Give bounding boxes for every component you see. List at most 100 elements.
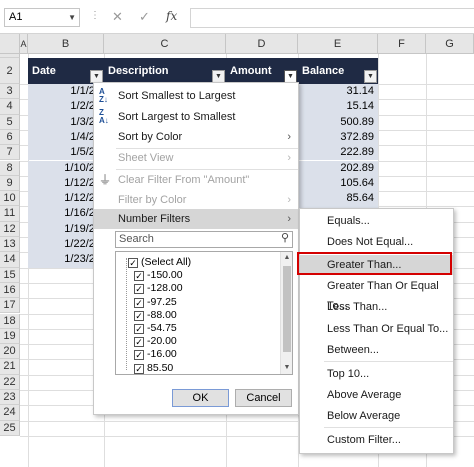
cell-balance[interactable]: 105.64 — [298, 175, 378, 192]
submenu-item-equals[interactable]: Equals... — [300, 211, 453, 231]
filter-dropdown-balance[interactable]: ▼ — [364, 70, 377, 83]
name-box-value: A1 — [9, 11, 23, 23]
row-header-7[interactable]: 7 — [0, 145, 20, 161]
row-header-22[interactable]: 22 — [0, 374, 20, 390]
row-header-4[interactable]: 4 — [0, 99, 20, 115]
row-header-25[interactable]: 25 — [0, 420, 20, 436]
submenu-item-less-than[interactable]: Less Than... — [300, 297, 453, 317]
filter-list-item[interactable]: ✓ 85.50 — [134, 362, 173, 374]
chevron-right-icon: › — [287, 213, 291, 225]
chevron-right-icon: › — [287, 152, 291, 164]
row-header-17[interactable]: 17 — [0, 298, 20, 314]
menu-filter-by-color: Filter by Color › — [94, 190, 298, 210]
column-header-f[interactable]: F — [378, 34, 426, 54]
filter-list-item[interactable]: ✓ -97.25 — [134, 296, 177, 309]
menu-sort-ascending[interactable]: A Z↓ Sort Smallest to Largest — [94, 86, 298, 106]
filter-list-label: -54.75 — [147, 322, 177, 334]
row-header-11[interactable]: 11 — [0, 206, 20, 222]
menu-sort-descending[interactable]: Z A↓ Sort Largest to Smallest — [94, 107, 298, 127]
row-header-14[interactable]: 14 — [0, 252, 20, 268]
ok-button[interactable]: OK — [172, 389, 229, 407]
column-header-b[interactable]: B — [28, 34, 104, 54]
sort-ascending-icon: A Z↓ — [99, 87, 108, 104]
filter-list-item[interactable]: ✓ (Select All) — [128, 256, 191, 269]
row-header-8[interactable]: 8 — [0, 160, 20, 176]
list-scrollbar[interactable]: ▲ ▼ — [280, 252, 292, 374]
menu-label: Sort by Color — [118, 131, 183, 143]
filter-list-item[interactable]: ✓ -150.00 — [134, 269, 183, 282]
row-header-16[interactable]: 16 — [0, 282, 20, 299]
checkbox[interactable]: ✓ — [134, 297, 144, 308]
scroll-up-icon[interactable]: ▲ — [281, 252, 292, 264]
checkbox[interactable]: ✓ — [134, 310, 144, 321]
filter-list-label: -20.00 — [147, 335, 177, 348]
row-header-13[interactable]: 13 — [0, 237, 20, 253]
submenu-item-between[interactable]: Between... — [300, 340, 453, 360]
filter-list-item[interactable]: ✓ -54.75 — [134, 322, 177, 335]
checkbox[interactable]: ✓ — [134, 284, 144, 295]
row-header-21[interactable]: 21 — [0, 359, 20, 375]
highlight-box — [297, 252, 452, 275]
row-header-20[interactable]: 20 — [0, 344, 20, 360]
checkbox[interactable]: ✓ — [134, 337, 144, 348]
row-header-10[interactable]: 10 — [0, 191, 20, 207]
column-header-c[interactable]: C — [104, 34, 226, 54]
select-all-corner[interactable] — [0, 34, 20, 54]
cancel-button[interactable]: Cancel — [235, 389, 292, 407]
cell-balance[interactable]: 222.89 — [298, 145, 378, 161]
row-header-24[interactable]: 24 — [0, 405, 20, 421]
column-header-a[interactable]: A — [20, 34, 28, 54]
autofilter-menu: A Z↓ Sort Smallest to Largest Z A↓ Sort La… — [93, 82, 299, 415]
submenu-item-below-average[interactable]: Below Average — [300, 406, 453, 426]
checkbox[interactable]: ✓ — [134, 324, 144, 334]
filter-list-item[interactable]: ✓ -16.00 — [134, 348, 177, 361]
cancel-icon[interactable]: ✕ — [112, 9, 123, 25]
submenu-item-custom-filter[interactable]: Custom Filter... — [300, 430, 453, 450]
column-header-e[interactable]: E — [298, 34, 378, 54]
checkbox[interactable]: ✓ — [134, 271, 144, 282]
menu-sort-by-color[interactable]: Sort by Color › — [94, 127, 298, 147]
column-header-d[interactable]: D — [226, 34, 298, 54]
submenu-item-does-not-equal[interactable]: Does Not Equal... — [300, 232, 453, 252]
filter-value-list: ✓ (Select All) ✓ -150.00 ✓ -128.00 ✓ -97.25 ✓ -88… — [115, 251, 293, 375]
checkbox[interactable]: ✓ — [134, 363, 144, 374]
menu-number-filters[interactable]: Number Filters › — [94, 209, 298, 229]
submenu-item-greater-than-or-equal-to[interactable]: Greater Than Or Equal To... — [300, 276, 453, 312]
row-header-2[interactable]: 2 — [0, 58, 20, 84]
submenu-item-top-10[interactable]: Top 10... — [300, 364, 453, 384]
checkbox[interactable]: ✓ — [134, 350, 144, 361]
cell-balance[interactable]: 372.89 — [298, 129, 378, 146]
row-header-9[interactable]: 9 — [0, 175, 20, 192]
row-header-3[interactable]: 3 — [0, 84, 20, 100]
cell-balance[interactable]: 202.89 — [298, 160, 378, 176]
scroll-thumb[interactable] — [283, 266, 291, 352]
filter-list-item[interactable]: ✓ -128.00 — [134, 282, 183, 295]
cell-balance[interactable]: 15.14 — [298, 99, 378, 115]
row-header-12[interactable]: 12 — [0, 221, 20, 237]
row-header-19[interactable]: 19 — [0, 328, 20, 345]
row-header-23[interactable]: 23 — [0, 390, 20, 406]
cell-balance[interactable]: 85.64 — [298, 191, 378, 207]
filter-list-label: -88.00 — [147, 308, 177, 321]
chevron-down-icon[interactable]: ▼ — [68, 9, 76, 26]
cell-balance[interactable]: 31.14 — [298, 84, 378, 100]
checkbox[interactable]: ✓ — [128, 258, 138, 268]
filter-list-item[interactable]: ✓ -88.00 — [134, 309, 177, 322]
submenu-item-above-average[interactable]: Above Average — [300, 385, 453, 405]
submenu-item-less-than-or-equal-to[interactable]: Less Than Or Equal To... — [300, 319, 453, 339]
formula-input[interactable] — [190, 8, 474, 28]
menu-label: Clear Filter From "Amount" — [118, 174, 250, 186]
number-filters-submenu: Equals... Does Not Equal... Greater Than..… — [299, 208, 454, 454]
cell-balance[interactable]: 500.89 — [298, 114, 378, 130]
filter-search-input[interactable]: Search ⚲ — [115, 231, 293, 248]
row-header-15[interactable]: 15 — [0, 267, 20, 283]
scroll-down-icon[interactable]: ▼ — [281, 362, 292, 374]
row-header-18[interactable]: 18 — [0, 313, 20, 329]
insert-function-icon[interactable]: fx — [166, 9, 177, 23]
filter-list-item[interactable]: ✓ -20.00 — [134, 335, 177, 348]
column-header-g[interactable]: G — [426, 34, 474, 54]
name-box[interactable]: A1 ▼ — [4, 8, 80, 27]
row-header-6[interactable]: 6 — [0, 129, 20, 146]
enter-icon[interactable]: ✓ — [139, 9, 150, 25]
row-header-5[interactable]: 5 — [0, 114, 20, 130]
